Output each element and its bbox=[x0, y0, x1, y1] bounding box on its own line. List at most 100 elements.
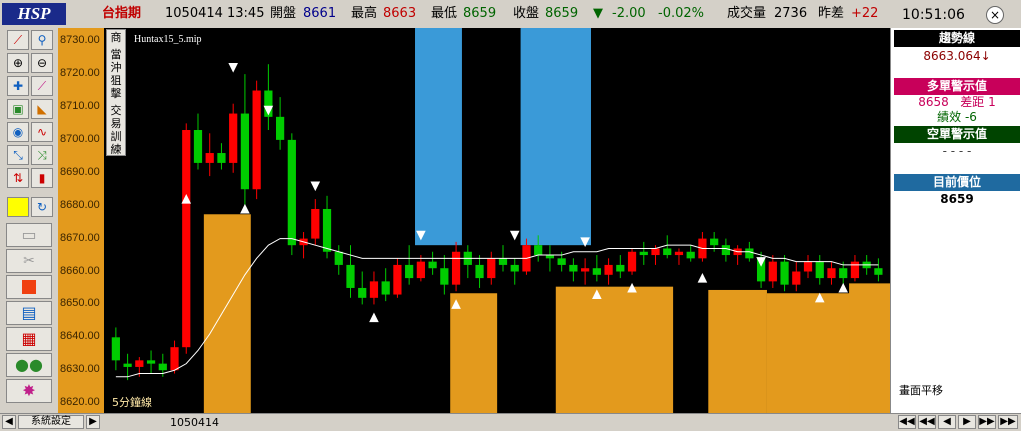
quote-bar: HSP 台指期 1050414 13:45 開盤 8661 最高 8663 最低… bbox=[0, 0, 1021, 31]
candle bbox=[311, 199, 320, 246]
y-tick-label: 8700.00 bbox=[60, 132, 100, 145]
y-tick-label: 8690.00 bbox=[60, 165, 100, 178]
candle bbox=[275, 97, 285, 150]
zoom-in-icon[interactable]: ⊕ bbox=[7, 53, 29, 73]
candle bbox=[815, 255, 824, 285]
candle-body bbox=[581, 268, 590, 272]
quote-date: 1050414 bbox=[165, 6, 223, 21]
crosshair-icon[interactable]: ✚ bbox=[7, 76, 29, 96]
buy-signal-marker bbox=[240, 203, 250, 214]
split-tool-icon[interactable]: ⚲ bbox=[31, 30, 53, 50]
grid-icon[interactable]: ▦ bbox=[6, 327, 52, 351]
y-tick-label: 8680.00 bbox=[60, 198, 100, 211]
color-swatch-icon[interactable] bbox=[7, 197, 29, 217]
nav-fast-back-button[interactable]: ◀◀ bbox=[918, 415, 936, 429]
candle bbox=[217, 143, 226, 170]
corner-tool-icon[interactable]: ◣ bbox=[31, 99, 53, 119]
candlestick-chart[interactable]: Huntax15_5.mip 5分鐘線 bbox=[104, 28, 890, 413]
close-button[interactable]: × bbox=[986, 6, 1004, 24]
gap-value: 1 bbox=[988, 95, 996, 109]
perf-label: 績效 bbox=[937, 110, 962, 124]
trendline-tool-icon[interactable]: ⟋ bbox=[7, 30, 29, 50]
cross-lines-icon[interactable]: ⤨ bbox=[31, 145, 53, 165]
alert-icon[interactable]: ✸ bbox=[6, 379, 52, 403]
nav-last-button[interactable]: ▶▶ bbox=[998, 415, 1018, 429]
candle bbox=[193, 113, 203, 170]
candle bbox=[616, 255, 625, 279]
candle bbox=[569, 258, 578, 282]
candle bbox=[827, 261, 836, 285]
high-label: 最高 bbox=[351, 6, 378, 21]
fib-tool-icon[interactable]: ⤡ bbox=[7, 145, 29, 165]
chart-canvas: Huntax15_5.mip 5分鐘線 bbox=[111, 28, 890, 413]
buy-signal-marker bbox=[369, 312, 379, 323]
refresh-icon[interactable]: ↻ bbox=[31, 197, 53, 217]
long-zone bbox=[708, 289, 767, 413]
quote-time: 13:45 bbox=[227, 6, 265, 21]
candle-icon[interactable]: ▮ bbox=[31, 168, 53, 188]
candle-body bbox=[440, 268, 449, 285]
report-icon[interactable]: ▤ bbox=[6, 301, 52, 325]
folder-icon[interactable]: ▭ bbox=[6, 223, 52, 247]
settings-button[interactable]: 系統設定 bbox=[18, 415, 84, 429]
menu-item-training[interactable]: 交易訓練 bbox=[110, 104, 122, 156]
line-draw-icon[interactable]: ⟋ bbox=[31, 76, 53, 96]
lock-icon[interactable]: ▣ bbox=[7, 99, 29, 119]
candle bbox=[146, 350, 156, 374]
menu-item-shang[interactable]: 商 bbox=[107, 31, 125, 44]
candle bbox=[510, 258, 519, 285]
low-label: 最低 bbox=[431, 6, 458, 21]
trend-value: 8663.064↓ bbox=[923, 49, 991, 63]
candle bbox=[299, 232, 308, 259]
candle-body bbox=[451, 251, 461, 285]
high-value: 8663 bbox=[383, 6, 417, 21]
zoom-out-icon[interactable]: ⊖ bbox=[31, 53, 53, 73]
nav-forward-button[interactable]: ▶ bbox=[958, 415, 976, 429]
side-menu: 商 當沖狙擊 交易訓練 bbox=[106, 29, 126, 156]
sell-signal-marker bbox=[509, 230, 520, 241]
up-down-arrows-icon[interactable]: ⇅ bbox=[7, 168, 29, 188]
highlight-zone bbox=[520, 28, 591, 246]
trend-title: 趨勢線 bbox=[894, 30, 1020, 47]
candle bbox=[463, 245, 472, 279]
candle bbox=[768, 255, 777, 288]
candle bbox=[440, 255, 449, 295]
candle-body bbox=[815, 261, 824, 279]
candle bbox=[803, 255, 813, 279]
long-title: 多單警示值 bbox=[894, 78, 1020, 95]
position-title: 目前價位 bbox=[894, 174, 1020, 191]
nav-first-button[interactable]: ◀◀ bbox=[898, 415, 916, 429]
candle bbox=[592, 255, 601, 282]
candle-body bbox=[487, 258, 496, 279]
candle bbox=[205, 133, 214, 177]
candle-body bbox=[322, 208, 332, 252]
long-zone bbox=[203, 214, 251, 413]
candle bbox=[733, 245, 742, 265]
candle bbox=[780, 255, 789, 292]
candle bbox=[451, 241, 461, 292]
people-icon[interactable]: ●● bbox=[6, 353, 52, 377]
change-arrow: ▼ bbox=[593, 6, 603, 21]
candle-body bbox=[616, 264, 625, 272]
buy-signal-marker bbox=[697, 272, 708, 283]
nav-back-button[interactable]: ◀ bbox=[938, 415, 956, 429]
candle-body bbox=[346, 264, 355, 288]
candle bbox=[674, 248, 684, 265]
candle-body bbox=[674, 251, 684, 256]
target-icon[interactable]: ◉ bbox=[7, 122, 29, 142]
scissors-icon[interactable]: ✂ bbox=[6, 249, 52, 273]
low-value: 8659 bbox=[463, 6, 497, 21]
open-value: 8661 bbox=[303, 6, 337, 21]
wave-icon[interactable]: ∿ bbox=[31, 122, 53, 142]
pan-label: 畫面平移 bbox=[899, 384, 943, 397]
menu-item-daytrade[interactable]: 當沖狙擊 bbox=[110, 48, 122, 100]
candle-body bbox=[475, 264, 484, 279]
stop-icon[interactable] bbox=[6, 275, 52, 299]
status-right-arrow[interactable]: ▶ bbox=[86, 415, 100, 429]
status-left-arrow[interactable]: ◀ bbox=[2, 415, 16, 429]
perf-row: 績效 -6 bbox=[894, 110, 1020, 125]
candle bbox=[874, 258, 883, 282]
candle-body bbox=[240, 113, 250, 190]
nav-fast-forward-button[interactable]: ▶▶ bbox=[978, 415, 996, 429]
candle bbox=[229, 103, 238, 173]
